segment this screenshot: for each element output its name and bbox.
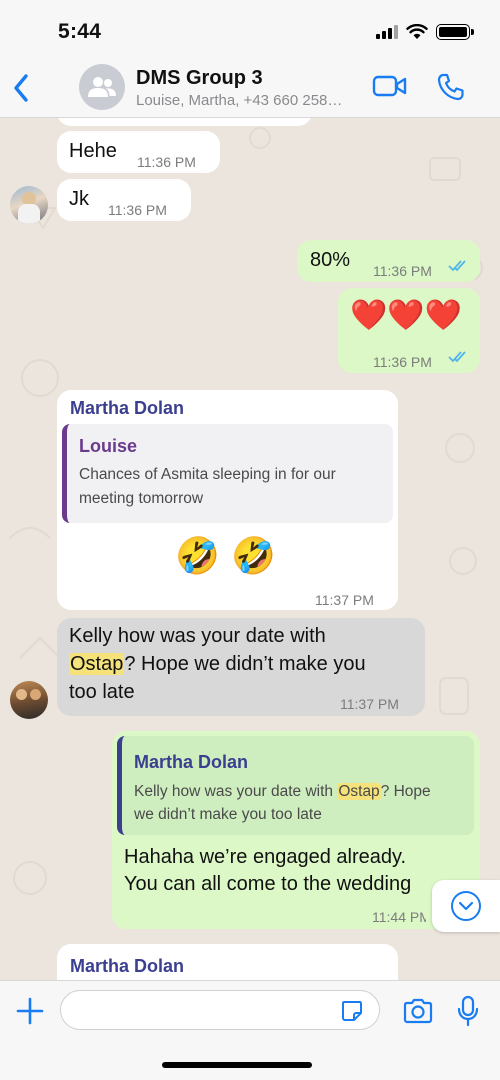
message-text: Jk bbox=[69, 188, 89, 210]
status-time: 5:44 bbox=[58, 20, 102, 43]
double-check-icon bbox=[448, 351, 466, 363]
message-time: 11:44 PM bbox=[372, 909, 426, 925]
quoted-message[interactable]: Louise Chances of Asmita sleeping in for… bbox=[62, 424, 393, 523]
sender-name: Martha Dolan bbox=[70, 398, 185, 418]
quoted-message[interactable]: Martha Dolan Kelly how was your date wit… bbox=[117, 736, 474, 835]
message-input[interactable] bbox=[60, 990, 380, 1030]
quoted-text-fragment: ? Hope bbox=[380, 783, 431, 800]
highlighted-word: Ostap bbox=[337, 783, 381, 800]
quoted-text-line: we didn’t make you too late bbox=[134, 806, 322, 823]
message-text-line: Kelly how was your date with bbox=[69, 625, 326, 647]
message-bubble-incoming[interactable]: Hehe 11:36 PM bbox=[57, 131, 220, 173]
emoji-text: 🤣 🤣 bbox=[175, 536, 277, 577]
message-bubble-cutoff[interactable] bbox=[57, 118, 312, 126]
message-bubble-outgoing[interactable]: ❤️❤️❤️ 11:36 PM bbox=[338, 288, 480, 373]
sender-name: Martha Dolan bbox=[70, 956, 185, 976]
quoted-text-line: meeting tomorrow bbox=[79, 490, 204, 507]
highlighted-word: Ostap bbox=[69, 653, 125, 675]
message-time: 11:36 PM bbox=[108, 202, 167, 218]
message-text-line: Hahaha we’re engaged already. bbox=[124, 846, 407, 868]
message-time: 11:36 PM bbox=[137, 154, 196, 170]
message-time: 11:36 PM bbox=[373, 354, 432, 370]
message-bubble-incoming[interactable]: Kelly how was your date with Ostap? Hope… bbox=[57, 618, 425, 716]
chevron-down-icon bbox=[451, 891, 481, 921]
video-icon[interactable] bbox=[372, 74, 408, 98]
message-time: 11:37 PM bbox=[340, 696, 399, 712]
message-text-fragment: ? Hope we didn’t make you bbox=[124, 653, 366, 675]
status-bar: 5:44 bbox=[0, 0, 500, 58]
message-bubble-incoming-reply[interactable]: Martha Dolan Louise Chances of Asmita sl… bbox=[57, 390, 398, 610]
status-icons bbox=[376, 24, 474, 40]
chat-subtitle[interactable]: Louise, Martha, +43 660 258… bbox=[136, 92, 366, 109]
message-text: 80% bbox=[310, 249, 351, 271]
phone-icon[interactable] bbox=[436, 72, 466, 102]
message-bubble-incoming[interactable]: Martha Dolan bbox=[57, 944, 398, 980]
battery-icon bbox=[436, 24, 474, 40]
sticker-icon[interactable] bbox=[340, 999, 364, 1023]
chat-header: DMS Group 3 Louise, Martha, +43 660 258… bbox=[0, 58, 500, 118]
message-time: 11:36 PM bbox=[373, 263, 432, 279]
message-text-line: Ostap? Hope we didn’t make you bbox=[69, 650, 419, 678]
message-text: Hehe bbox=[69, 140, 117, 162]
scroll-to-bottom-button[interactable] bbox=[432, 880, 500, 932]
signal-icon bbox=[376, 25, 398, 39]
quoted-sender: Martha Dolan bbox=[134, 752, 249, 772]
message-bubble-outgoing-reply[interactable]: Martha Dolan Kelly how was your date wit… bbox=[112, 731, 480, 929]
group-avatar[interactable] bbox=[79, 64, 125, 110]
quoted-text-line: Chances of Asmita sleeping in for our bbox=[79, 466, 336, 483]
quoted-text-line: Kelly how was your date with Ostap? Hope bbox=[134, 781, 431, 803]
back-icon[interactable] bbox=[8, 70, 36, 106]
quoted-text-fragment: Kelly how was your date with bbox=[134, 783, 338, 800]
home-indicator bbox=[162, 1062, 312, 1068]
group-icon bbox=[88, 77, 116, 97]
double-check-icon bbox=[448, 260, 466, 272]
chat-area[interactable]: Hehe 11:36 PM Jk 11:36 PM 80% 11:36 PM ❤… bbox=[0, 118, 500, 980]
avatar[interactable] bbox=[10, 186, 48, 224]
mic-icon[interactable] bbox=[456, 995, 480, 1027]
message-time: 11:37 PM bbox=[315, 592, 374, 608]
chat-title[interactable]: DMS Group 3 bbox=[136, 67, 263, 90]
message-bubble-incoming[interactable]: Jk 11:36 PM bbox=[57, 179, 191, 221]
wifi-icon bbox=[406, 24, 428, 39]
camera-icon[interactable] bbox=[402, 997, 434, 1025]
message-text: ❤️❤️❤️ bbox=[350, 298, 463, 333]
message-text-line: You can all come to the wedding bbox=[124, 873, 412, 895]
quoted-sender: Louise bbox=[79, 436, 138, 456]
plus-icon[interactable] bbox=[16, 997, 44, 1025]
message-bubble-outgoing[interactable]: 80% 11:36 PM bbox=[297, 240, 480, 282]
avatar[interactable] bbox=[10, 681, 48, 719]
